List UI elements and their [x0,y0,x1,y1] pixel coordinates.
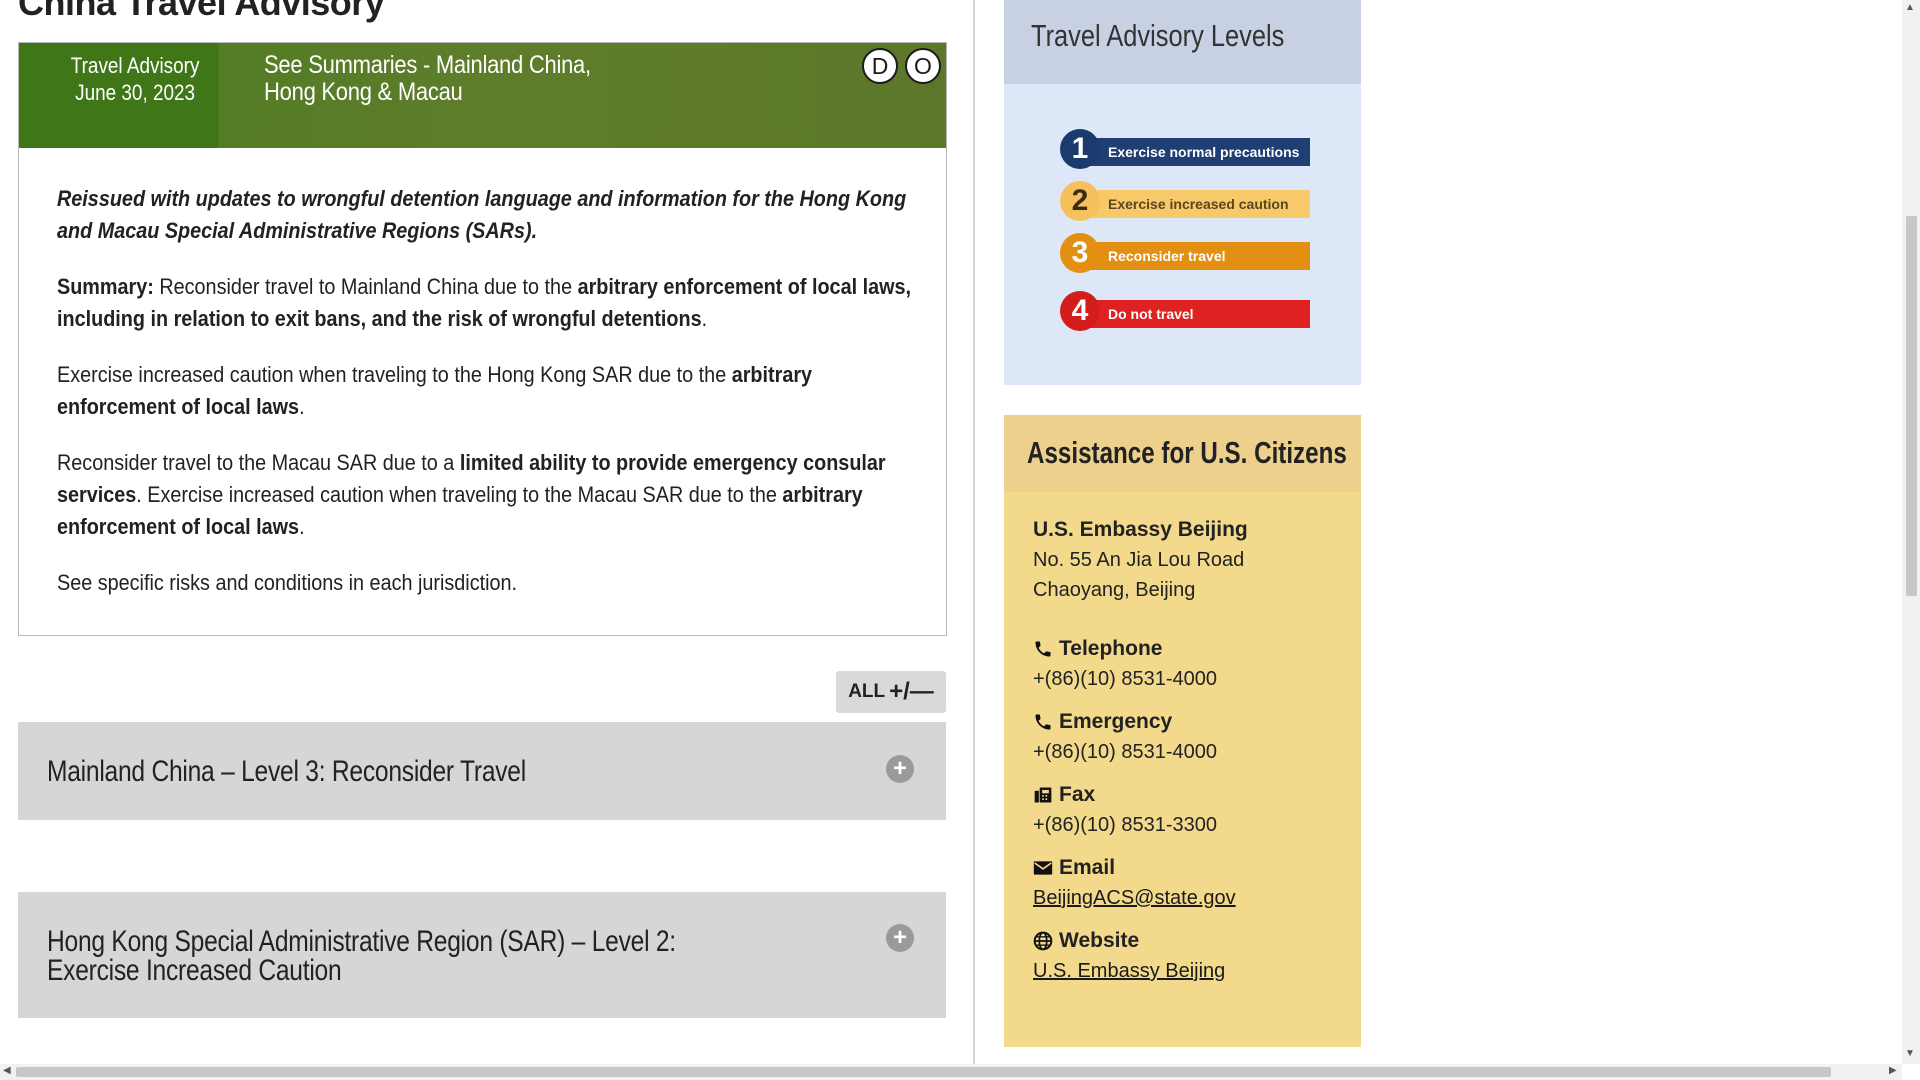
assistance-panel: Assistance for U.S. Citizens U.S. Embass… [1004,415,1361,1047]
scroll-left-arrow-icon[interactable]: ◀ [3,1065,11,1076]
plus-minus-icon: +/— [889,678,934,705]
globe-icon [1033,931,1053,951]
level-number: 3 [1060,233,1100,273]
website-contact: Website U.S. Embassy Beijing [1033,926,1225,986]
summary-paragraph: Summary: Reconsider travel to Mainland C… [57,271,921,335]
assistance-body: U.S. Embassy Beijing No. 55 An Jia Lou R… [1033,515,1353,982]
website-label-row: Website [1033,926,1225,956]
plus-circle-icon[interactable]: + [886,755,914,783]
detention-badge[interactable]: D [862,48,898,84]
embassy-address-line-2: Chaoyang, Beijing [1033,579,1196,601]
phone-icon [1035,641,1051,657]
levels-header: Travel Advisory Levels [1004,0,1361,84]
email-link[interactable]: BeijingACS@state.gov [1033,887,1236,909]
level-label: Exercise increased caution [1078,190,1310,218]
expand-all-button[interactable]: ALL +/— [836,671,946,713]
macau-text-2: . Exercise increased caution when travel… [136,482,783,507]
accordion-title: Mainland China – Level 3: Reconsider Tra… [47,755,526,788]
hong-kong-paragraph: Exercise increased caution when travelin… [57,359,921,423]
fax-label-row: Fax [1033,780,1217,810]
emergency-contact: Emergency +(86)(10) 8531-4000 [1033,707,1217,767]
assistance-header: Assistance for U.S. Citizens [1004,415,1361,492]
page-title: China Travel Advisory [18,0,385,23]
hk-text-2: . [299,394,305,419]
fax-label: Fax [1059,783,1096,806]
embassy-address-line-1: No. 55 An Jia Lou Road [1033,549,1245,571]
vertical-scrollbar[interactable]: ▲ ▼ [1902,0,1920,1064]
fax-contact: Fax +(86)(10) 8531-3300 [1033,780,1217,840]
level-label: Exercise normal precautions [1078,138,1310,166]
envelope-icon [1033,861,1053,875]
telephone-label: Telephone [1059,637,1163,660]
scroll-down-arrow-icon[interactable]: ▼ [1905,1048,1915,1059]
level-number: 4 [1060,291,1100,331]
level-4[interactable]: Do not travel 4 [1060,291,1310,331]
emergency-label: Emergency [1059,710,1173,733]
advisory-header: Travel Advisory June 30, 2023 See Summar… [19,43,946,148]
telephone-label-row: Telephone [1033,634,1217,664]
advisory-card: Travel Advisory June 30, 2023 See Summar… [18,42,947,636]
level-3[interactable]: Reconsider travel 3 [1060,233,1310,273]
assistance-title: Assistance for U.S. Citizens [1027,435,1347,470]
website-label: Website [1059,929,1140,952]
advisory-date: June 30, 2023 [75,80,196,105]
level-2[interactable]: Exercise increased caution 2 [1060,181,1310,221]
hk-text-1: Exercise increased caution when travelin… [57,362,732,387]
level-number: 2 [1060,181,1100,221]
advisory-body: Reissued with updates to wrongful detent… [57,183,927,623]
emergency-number[interactable]: +(86)(10) 8531-4000 [1033,737,1217,767]
summaries-link[interactable]: See Summaries - Mainland China, Hong Kon… [264,52,634,106]
summary-lead: Summary: [57,274,154,299]
email-contact: Email BeijingACS@state.gov [1033,853,1236,913]
scroll-right-arrow-icon[interactable]: ▶ [1889,1065,1897,1076]
accordion-title: Hong Kong Special Administrative Region … [47,925,676,987]
risks-paragraph: See specific risks and conditions in eac… [57,570,518,595]
embassy-name: U.S. Embassy Beijing [1033,518,1248,541]
vertical-scroll-thumb[interactable] [1906,216,1917,596]
scroll-up-arrow-icon[interactable]: ▲ [1905,2,1915,13]
email-label: Email [1059,856,1116,879]
macau-paragraph: Reconsider travel to the Macau SAR due t… [57,447,921,543]
column-divider [973,0,975,1064]
macau-text-3: . [299,514,305,539]
macau-text-1: Reconsider travel to the Macau SAR due t… [57,450,460,475]
reissued-note: Reissued with updates to wrongful detent… [57,186,907,243]
accordion-mainland-china[interactable]: Mainland China – Level 3: Reconsider Tra… [18,722,946,820]
advisory-date-label: Travel Advisory [70,53,200,78]
expand-all-label: ALL [848,681,886,702]
advisory-date-block: Travel Advisory June 30, 2023 [19,43,219,148]
fax-icon [1034,787,1052,803]
phone-icon [1035,714,1051,730]
accordion-hong-kong[interactable]: Hong Kong Special Administrative Region … [18,892,946,1018]
travel-advisory-levels-panel: Travel Advisory Levels Exercise normal p… [1004,0,1361,385]
level-1[interactable]: Exercise normal precautions 1 [1060,129,1310,169]
email-label-row: Email [1033,853,1236,883]
level-number: 1 [1060,129,1100,169]
website-link[interactable]: U.S. Embassy Beijing [1033,960,1225,982]
summary-text-1: Reconsider travel to Mainland China due … [153,274,578,299]
other-badge[interactable]: O [905,48,941,84]
level-label: Do not travel [1078,300,1310,328]
horizontal-scroll-thumb[interactable] [16,1067,1831,1077]
telephone-contact: Telephone +(86)(10) 8531-4000 [1033,634,1217,694]
telephone-number[interactable]: +(86)(10) 8531-4000 [1033,664,1217,694]
levels-title: Travel Advisory Levels [1031,18,1285,53]
horizontal-scrollbar[interactable]: ◀ ▶ [0,1064,1902,1080]
summary-text-2: . [701,306,708,331]
level-label: Reconsider travel [1078,242,1310,270]
fax-number: +(86)(10) 8531-3300 [1033,814,1218,836]
emergency-label-row: Emergency [1033,707,1217,737]
plus-circle-icon[interactable]: + [886,924,914,952]
